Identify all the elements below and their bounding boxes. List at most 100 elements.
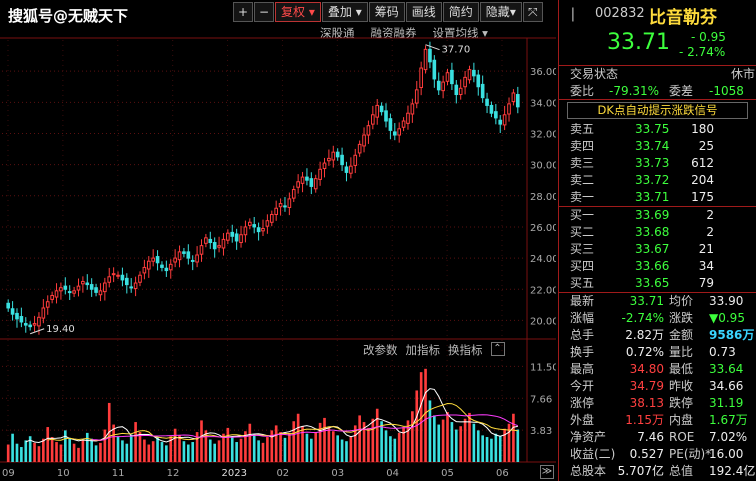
book-level-label: 卖一 [570, 190, 595, 204]
collapse-icon[interactable]: ⌃ [490, 342, 505, 356]
stat-label: ROE [669, 430, 695, 444]
book-price: 33.73 [635, 156, 670, 170]
candle-body [423, 48, 428, 71]
ask-row[interactable]: 卖五 33.75 180 [559, 121, 756, 138]
kline-chart[interactable]: 20.00 22.00 24.00 26.00 28.00 30.00 32.00 34.00… [0, 0, 556, 481]
volume-bar [143, 439, 146, 462]
book-price: 33.71 [635, 190, 670, 204]
candle-body [278, 203, 283, 208]
candle-body [318, 168, 322, 180]
divider-icon: ❘ [567, 6, 579, 22]
candle-body [23, 323, 28, 326]
candle-body [67, 291, 72, 294]
candle-body [502, 114, 507, 126]
candle-body [274, 207, 278, 215]
last-price: 33.71 [607, 30, 670, 55]
candle-body [463, 76, 467, 88]
stat-value: 34.80 [629, 362, 664, 376]
volume-bar [85, 432, 89, 462]
scroll-right-icon[interactable]: ≫ [540, 465, 554, 479]
candle-body [388, 118, 393, 131]
stat-value: 1.67万 [709, 413, 748, 427]
book-volume: 25 [698, 139, 714, 153]
change-param-link[interactable]: 改参数 [363, 342, 398, 358]
volume-bar [481, 435, 484, 462]
stat-label: 总股本 [570, 464, 607, 478]
stat-value: 1.15万 [625, 413, 664, 427]
volume-bar [257, 440, 260, 462]
volume-bar [375, 408, 379, 462]
stat-label: 总值 [669, 464, 694, 478]
stat-value: 7.46 [637, 430, 664, 444]
candle-body [331, 151, 336, 161]
book-volume: 175 [691, 190, 714, 204]
volume-grid [2, 365, 524, 431]
book-volume: 34 [698, 259, 714, 273]
stat-value: 7.02% [709, 430, 748, 444]
price-tick-label: 26.00 [530, 223, 556, 234]
stat-label: PE(动)* [669, 447, 712, 461]
book-price: 33.69 [635, 208, 670, 222]
volume-bar [68, 437, 72, 462]
chart-area[interactable]: 搜狐号@无贼天下 + − 复权 ▾ 叠加 ▾ 筹码 画线 简约 隐藏▾ ⤧ 深股… [0, 0, 556, 481]
volume-bar [46, 427, 50, 462]
candle-body [234, 233, 239, 242]
stock-name: 比音勒芬 [649, 8, 717, 28]
volume-bar [33, 442, 36, 462]
price-tick-label: 22.00 [530, 285, 556, 296]
candle-body [138, 274, 142, 283]
volume-bar [134, 422, 137, 462]
candle-body [19, 316, 24, 323]
bid-row[interactable]: 买二 33.68 2 [559, 224, 756, 241]
volume-bar [437, 424, 441, 462]
volume-bar [173, 428, 177, 462]
x-tick-label: 06 [496, 468, 509, 479]
volume-bar [200, 420, 203, 462]
weibi-label: 委比 [570, 84, 595, 98]
bid-row[interactable]: 买一 33.69 2 [559, 207, 756, 224]
candle-body [252, 224, 257, 228]
volume-bar [433, 415, 436, 462]
stat-value: 2.82万 [625, 328, 664, 342]
price-tick-label: 36.00 [530, 67, 556, 78]
volume-bar [498, 436, 502, 462]
low-pointer [29, 328, 45, 335]
candle-body [291, 189, 296, 199]
dk-signal-banner[interactable]: DK点自动提示涨跌信号 [567, 102, 748, 119]
trade-status-row: 交易状态 休市 [559, 66, 756, 83]
ask-row[interactable]: 卖二 33.72 204 [559, 172, 756, 189]
volume-bar [336, 435, 340, 462]
candle-body [63, 285, 68, 290]
book-level-label: 卖四 [570, 139, 595, 153]
volume-bar [327, 427, 331, 462]
stat-value: ▼0.95 [709, 311, 745, 325]
stat-label: 最新 [570, 294, 595, 308]
candle-body [476, 74, 481, 88]
volume-bar [397, 432, 401, 462]
volume-bar [424, 368, 427, 462]
price-tick-label: 30.00 [530, 161, 556, 172]
candle-body [186, 251, 191, 259]
ask-row[interactable]: 卖四 33.74 25 [559, 138, 756, 155]
volume-bar [37, 446, 41, 462]
bid-row[interactable]: 买三 33.67 21 [559, 241, 756, 258]
bid-row[interactable]: 买五 33.65 79 [559, 275, 756, 292]
ask-row[interactable]: 卖一 33.71 175 [559, 189, 756, 206]
candle-body [419, 67, 423, 89]
candle-body [182, 251, 186, 254]
candle-body [366, 125, 371, 136]
candle-body [432, 59, 437, 80]
volume-bar [389, 436, 392, 462]
bid-row[interactable]: 买四 33.66 34 [559, 258, 756, 275]
book-level-label: 卖五 [570, 122, 595, 136]
book-price: 33.65 [635, 276, 670, 290]
volume-bar [310, 438, 313, 462]
ask-row[interactable]: 卖三 33.73 612 [559, 155, 756, 172]
x-tick-label: 05 [441, 468, 454, 479]
price-tick-label: 32.00 [530, 129, 556, 140]
volume-bar [349, 436, 353, 462]
book-price: 33.75 [635, 122, 670, 136]
switch-indicator-link[interactable]: 换指标 [448, 342, 483, 358]
add-indicator-link[interactable]: 加指标 [406, 342, 441, 358]
volume-bar [99, 442, 102, 462]
